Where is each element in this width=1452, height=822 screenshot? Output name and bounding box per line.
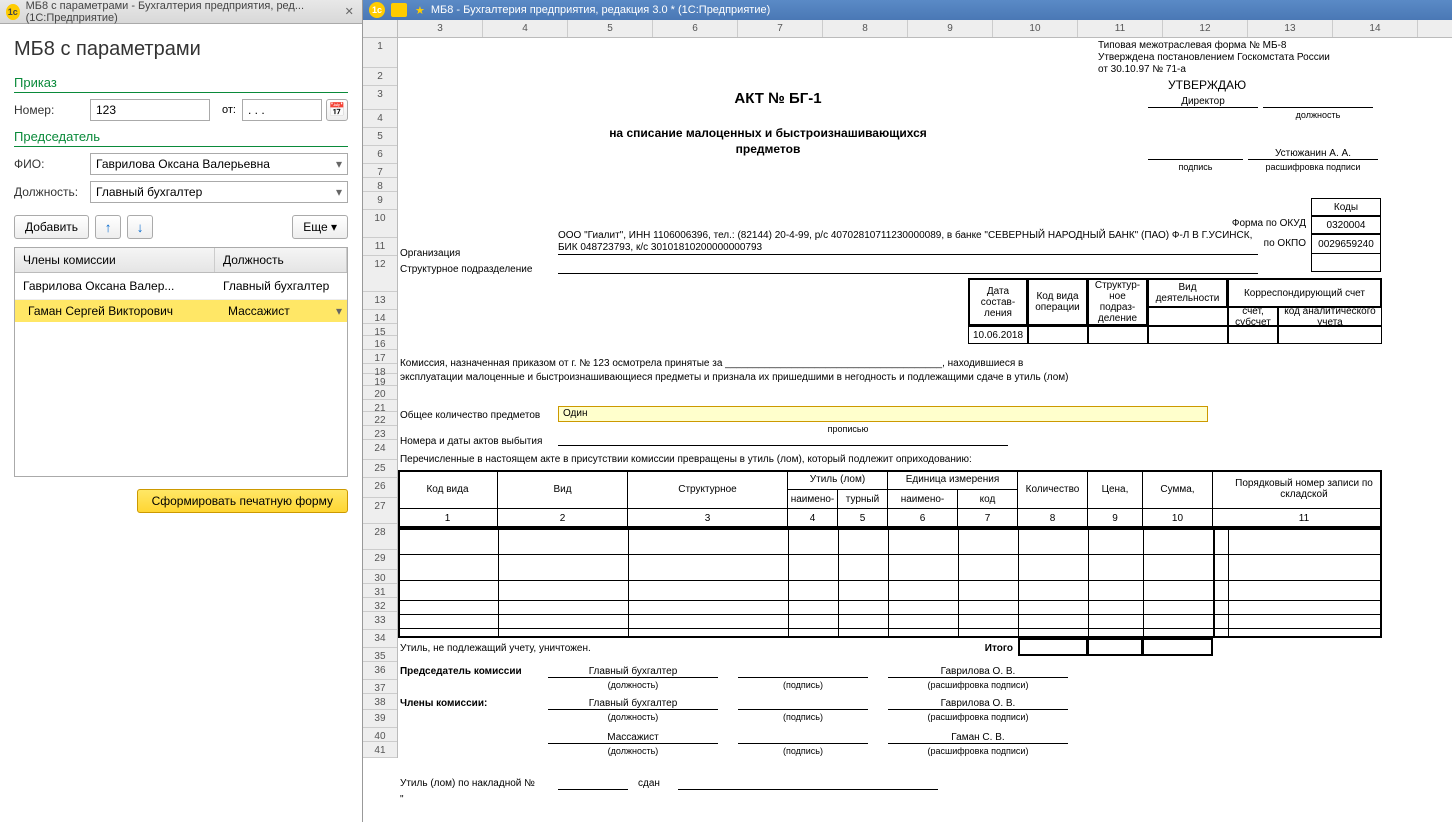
act-sub2: предметов: [518, 142, 1018, 156]
approve-text: УТВЕРЖДАЮ: [1168, 78, 1246, 92]
director-text: Директор: [1148, 96, 1258, 108]
org-label: Организация: [400, 248, 460, 259]
column-ruler: 3 4 5 6 7 8 9 10 11 12 13 14 15 16: [363, 20, 1452, 38]
row-ruler: 1 2 3 4 5 6 7 8 9 10 11 12 13 14 15 16 1…: [363, 38, 398, 758]
in-words: прописью: [748, 424, 948, 434]
label-number: Номер:: [14, 103, 84, 117]
commission-text1: Комиссия, назначенная приказом от г. № 1…: [400, 358, 1300, 369]
close-icon[interactable]: ✕: [342, 4, 356, 20]
members-grid[interactable]: Члены комиссии Должность Гаврилова Оксан…: [14, 247, 348, 477]
act-numbers-label: Номера и даты актов выбытия: [400, 436, 542, 447]
h-activity: Вид деятельности: [1148, 278, 1228, 308]
commission-text2: эксплуатации малоценные и быстроизнашива…: [400, 372, 1300, 383]
move-up-icon[interactable]: ↑: [95, 215, 121, 239]
chair-label: Председатель комиссии: [400, 666, 522, 677]
document-content: Типовая межотраслевая форма № МБ-8 Утвер…: [398, 38, 1452, 758]
number-input[interactable]: [90, 99, 210, 121]
more-button[interactable]: Еще ▾: [292, 215, 348, 239]
h-corr: Корреспондирующий счет: [1228, 278, 1382, 308]
label-post: Должность:: [14, 185, 84, 199]
h-date: Дата состав-ления: [968, 278, 1028, 326]
dropdown-icon[interactable]: [391, 3, 407, 17]
app-icon: 1c: [369, 2, 385, 18]
label-from: от:: [222, 104, 236, 116]
label-fio: ФИО:: [14, 157, 84, 171]
date-input[interactable]: [242, 99, 322, 121]
section-chairman: Председатель: [14, 129, 348, 147]
listed-text: Перечисленные в настоящем акте в присутс…: [400, 454, 1300, 465]
grid-header-post: Должность: [215, 248, 347, 272]
members-label: Члены комиссии:: [400, 698, 487, 709]
form-type-text: Типовая межотраслевая форма № МБ-8: [1098, 40, 1378, 51]
approved-date-text: от 30.10.97 № 71-а: [1098, 64, 1378, 75]
struct-label: Структурное подразделение: [400, 264, 532, 275]
left-title-text: МБ8 с параметрами - Бухгалтерия предприя…: [26, 0, 343, 24]
calendar-icon[interactable]: 📅: [326, 99, 348, 121]
form-okud-label: Форма по ОКУД: [1188, 218, 1306, 229]
right-titlebar: 1c ★ МБ8 - Бухгалтерия предприятия, реда…: [363, 0, 1452, 20]
fio-select[interactable]: Гаврилова Оксана Валерьевна: [90, 153, 348, 175]
table-row[interactable]: Гаврилова Оксана Валер... Главный бухгал…: [15, 273, 347, 300]
act-title: АКТ № БГ-1: [578, 90, 978, 107]
generate-button[interactable]: Сформировать печатную форму: [137, 489, 348, 513]
okpo-value: 0029659240: [1311, 234, 1381, 254]
right-title-text: МБ8 - Бухгалтерия предприятия, редакция …: [431, 4, 770, 16]
h-acc: счет, субсчет: [1228, 308, 1278, 326]
okud-value: 0320004: [1311, 216, 1381, 234]
spreadsheet[interactable]: 3 4 5 6 7 8 9 10 11 12 13 14 15 16 1 2 3…: [363, 20, 1452, 822]
post-select[interactable]: Главный бухгалтер: [90, 181, 348, 203]
h-struct: Структур-ное подраз-деление: [1088, 278, 1148, 326]
table-row[interactable]: Гаман Сергей Викторович Массажист: [15, 300, 347, 322]
org-text: ООО "Гиалит", ИНН 1106006396, тел.: (821…: [558, 230, 1258, 255]
star-icon[interactable]: ★: [415, 4, 425, 17]
move-down-icon[interactable]: ↓: [127, 215, 153, 239]
add-button[interactable]: Добавить: [14, 215, 89, 239]
post-tiny: должность: [1258, 110, 1378, 120]
codes-header: Коды: [1311, 198, 1381, 216]
total-items-value[interactable]: Один: [558, 406, 1208, 422]
act-sub1: на списание малоценных и быстроизнашиваю…: [518, 126, 1018, 140]
itogo-label: Итого: [928, 643, 1013, 654]
app-icon: 1c: [6, 4, 20, 20]
h-analyt: код аналитического учета: [1278, 308, 1382, 326]
page-title: МБ8 с параметрами: [14, 38, 348, 61]
total-items-label: Общее количество предметов: [400, 410, 540, 421]
h-opcode: Код вида операции: [1028, 278, 1088, 326]
left-titlebar: 1c МБ8 с параметрами - Бухгалтерия предп…: [0, 0, 362, 24]
approved-by-text: Утверждена постановлением Госкомстата Ро…: [1098, 52, 1378, 63]
section-order: Приказ: [14, 75, 348, 93]
grid-header-name: Члены комиссии: [15, 248, 215, 272]
decipher-name: Устюжанин А. А.: [1248, 148, 1378, 160]
date-value: 10.06.2018: [968, 326, 1028, 344]
invoice-label: Утиль (лом) по накладной №: [400, 778, 535, 789]
util-destroy: Утиль, не подлежащий учету, уничтожен.: [400, 643, 591, 654]
